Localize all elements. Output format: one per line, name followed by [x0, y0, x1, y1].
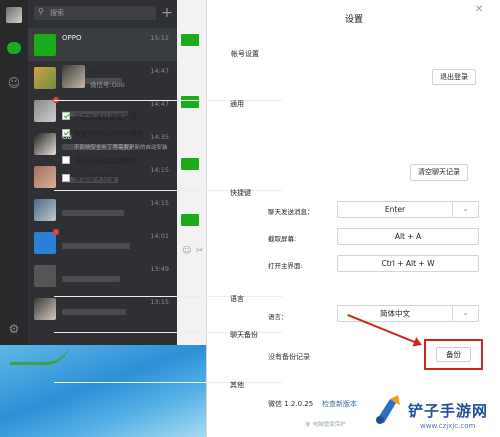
unread-badge [53, 229, 59, 235]
guard-label: 🛡 电脑管家保护 [304, 422, 346, 428]
list-item[interactable]: 14:47 [28, 94, 177, 127]
account-id: 微信号:Goo [90, 81, 125, 89]
checkbox-autostart[interactable] [62, 156, 70, 164]
section-backup: 聊天备份 [230, 331, 258, 339]
avatar [34, 298, 56, 320]
option-keep-history-label: 保留聊天记录 [74, 175, 116, 183]
section-account: 帐号设置 [231, 50, 259, 58]
version-label: 微信 1.2.0.25 [268, 400, 314, 408]
chat-name: OPPO [62, 34, 82, 42]
account-name: G [90, 67, 97, 76]
open-shortcut-field[interactable]: Ctrl + Alt + W [337, 255, 479, 272]
option-sound-label: 开启新消息提醒声音 [74, 113, 137, 121]
chevron-down-icon[interactable]: ⌄ [453, 305, 479, 322]
message-bubble [181, 214, 199, 226]
option-autostart[interactable]: 开机时自动启动微信 [62, 156, 137, 166]
divider [54, 382, 282, 383]
chat-time: 14:15 [150, 199, 169, 207]
chat-icon[interactable] [7, 42, 21, 54]
backup-button[interactable]: 备份 [436, 347, 471, 362]
checkbox-keep-history[interactable] [62, 174, 70, 182]
contacts-icon[interactable]: ☺ [7, 76, 21, 90]
section-general: 通用 [230, 100, 244, 108]
list-item[interactable]: 13:49 [28, 259, 177, 292]
avatar [34, 199, 56, 221]
list-item[interactable]: 14:15 [28, 193, 177, 226]
guard-text: 电脑管家保护 [312, 422, 346, 428]
section-other: 其他 [230, 381, 244, 389]
section-language: 语言 [230, 295, 244, 303]
checkbox-update[interactable] [62, 129, 70, 137]
chat-time: 13:49 [150, 265, 169, 273]
open-shortcut-label: 打开主界面: [268, 262, 303, 270]
dialog-title: 设置 [344, 15, 363, 25]
language-label: 语言： [268, 313, 288, 321]
account-avatar [62, 65, 85, 88]
watermark-title: 铲子手游网 [408, 402, 489, 420]
settings-dialog: 设置 ✕ 帐号设置 [206, 0, 500, 437]
chat-time: 14:47 [150, 100, 169, 108]
avatar [34, 100, 56, 122]
divider [54, 100, 282, 101]
chat-time: 14:15 [150, 166, 169, 174]
list-item[interactable]: 14:01 [28, 226, 177, 259]
app-sidebar: ☺ ⚙ [0, 0, 28, 345]
option-update[interactable]: 有更新时自动升级微信 [62, 129, 144, 139]
clear-history-button[interactable]: 清空聊天记录 [410, 164, 468, 181]
section-shortcuts: 快捷键 [230, 189, 251, 197]
chat-time: 13:15 [150, 298, 169, 306]
add-chat-button[interactable]: + [160, 5, 174, 21]
search-input[interactable]: ⚲ 搜索 [34, 6, 156, 20]
search-placeholder: 搜索 [50, 9, 64, 17]
chat-time: 14:47 [150, 67, 169, 75]
message-bubble [181, 96, 199, 108]
avatar [34, 232, 56, 254]
chat-time: 15:12 [150, 34, 169, 42]
message-bubble [181, 158, 199, 170]
message-preview [62, 210, 124, 216]
logout-button[interactable]: 退出登录 [432, 69, 476, 85]
chat-panel: ☺ ✂ [177, 0, 206, 345]
emoji-icon[interactable]: ☺ [182, 246, 191, 256]
chat-time: 14:35 [150, 133, 169, 141]
avatar [34, 34, 56, 56]
desktop-wallpaper [0, 345, 206, 437]
chat-time: 14:01 [150, 232, 169, 240]
user-avatar[interactable] [6, 7, 22, 23]
screenshot-shortcut-field[interactable]: Alt + A [337, 228, 479, 245]
backup-status: 没有备份记录 [268, 353, 310, 361]
send-shortcut-label: 聊天发送消息： [268, 208, 314, 216]
chevron-down-icon[interactable]: ⌄ [453, 201, 479, 218]
avatar [34, 265, 56, 287]
watermark-url: www.czjxjc.com [420, 422, 476, 430]
message-preview [62, 276, 120, 282]
watermark-logo [376, 395, 400, 424]
option-autostart-label: 开机时自动启动微信 [74, 157, 137, 165]
message-preview [62, 309, 126, 315]
wallpaper-stem [10, 345, 70, 365]
list-item[interactable]: OPPO 15:12 [28, 28, 177, 61]
list-item[interactable]: 14:47 [28, 61, 177, 94]
option-sound[interactable]: 开启新消息提醒声音 [62, 112, 137, 122]
message-preview [62, 243, 130, 249]
option-keep-history[interactable]: 保留聊天记录 [62, 174, 116, 184]
search-icon: ⚲ [38, 7, 44, 16]
divider [54, 296, 282, 297]
language-select[interactable]: 简体中文 [337, 305, 453, 322]
send-shortcut-field[interactable]: Enter [337, 201, 453, 218]
avatar [34, 133, 56, 155]
backup-highlight: 备份 [424, 339, 483, 370]
screenshot-shortcut-label: 截取屏幕: [268, 235, 297, 243]
option-update-label: 有更新时自动升级微信 [74, 130, 144, 138]
gear-icon[interactable]: ⚙ [7, 322, 21, 336]
update-note: 不影响安全补丁等需要更新的自动安装 [74, 145, 168, 151]
chat-list: ⚲ 搜索 + OPPO 15:12 14:47 14:47 Gu 14:35 1… [28, 0, 177, 345]
avatar [34, 67, 56, 89]
close-icon[interactable]: ✕ [475, 4, 483, 15]
check-update-link[interactable]: 检查新版本 [322, 399, 357, 409]
scissors-icon[interactable]: ✂ [196, 246, 204, 256]
avatar [34, 166, 56, 188]
checkbox-sound[interactable] [62, 112, 70, 120]
message-bubble [181, 34, 199, 46]
